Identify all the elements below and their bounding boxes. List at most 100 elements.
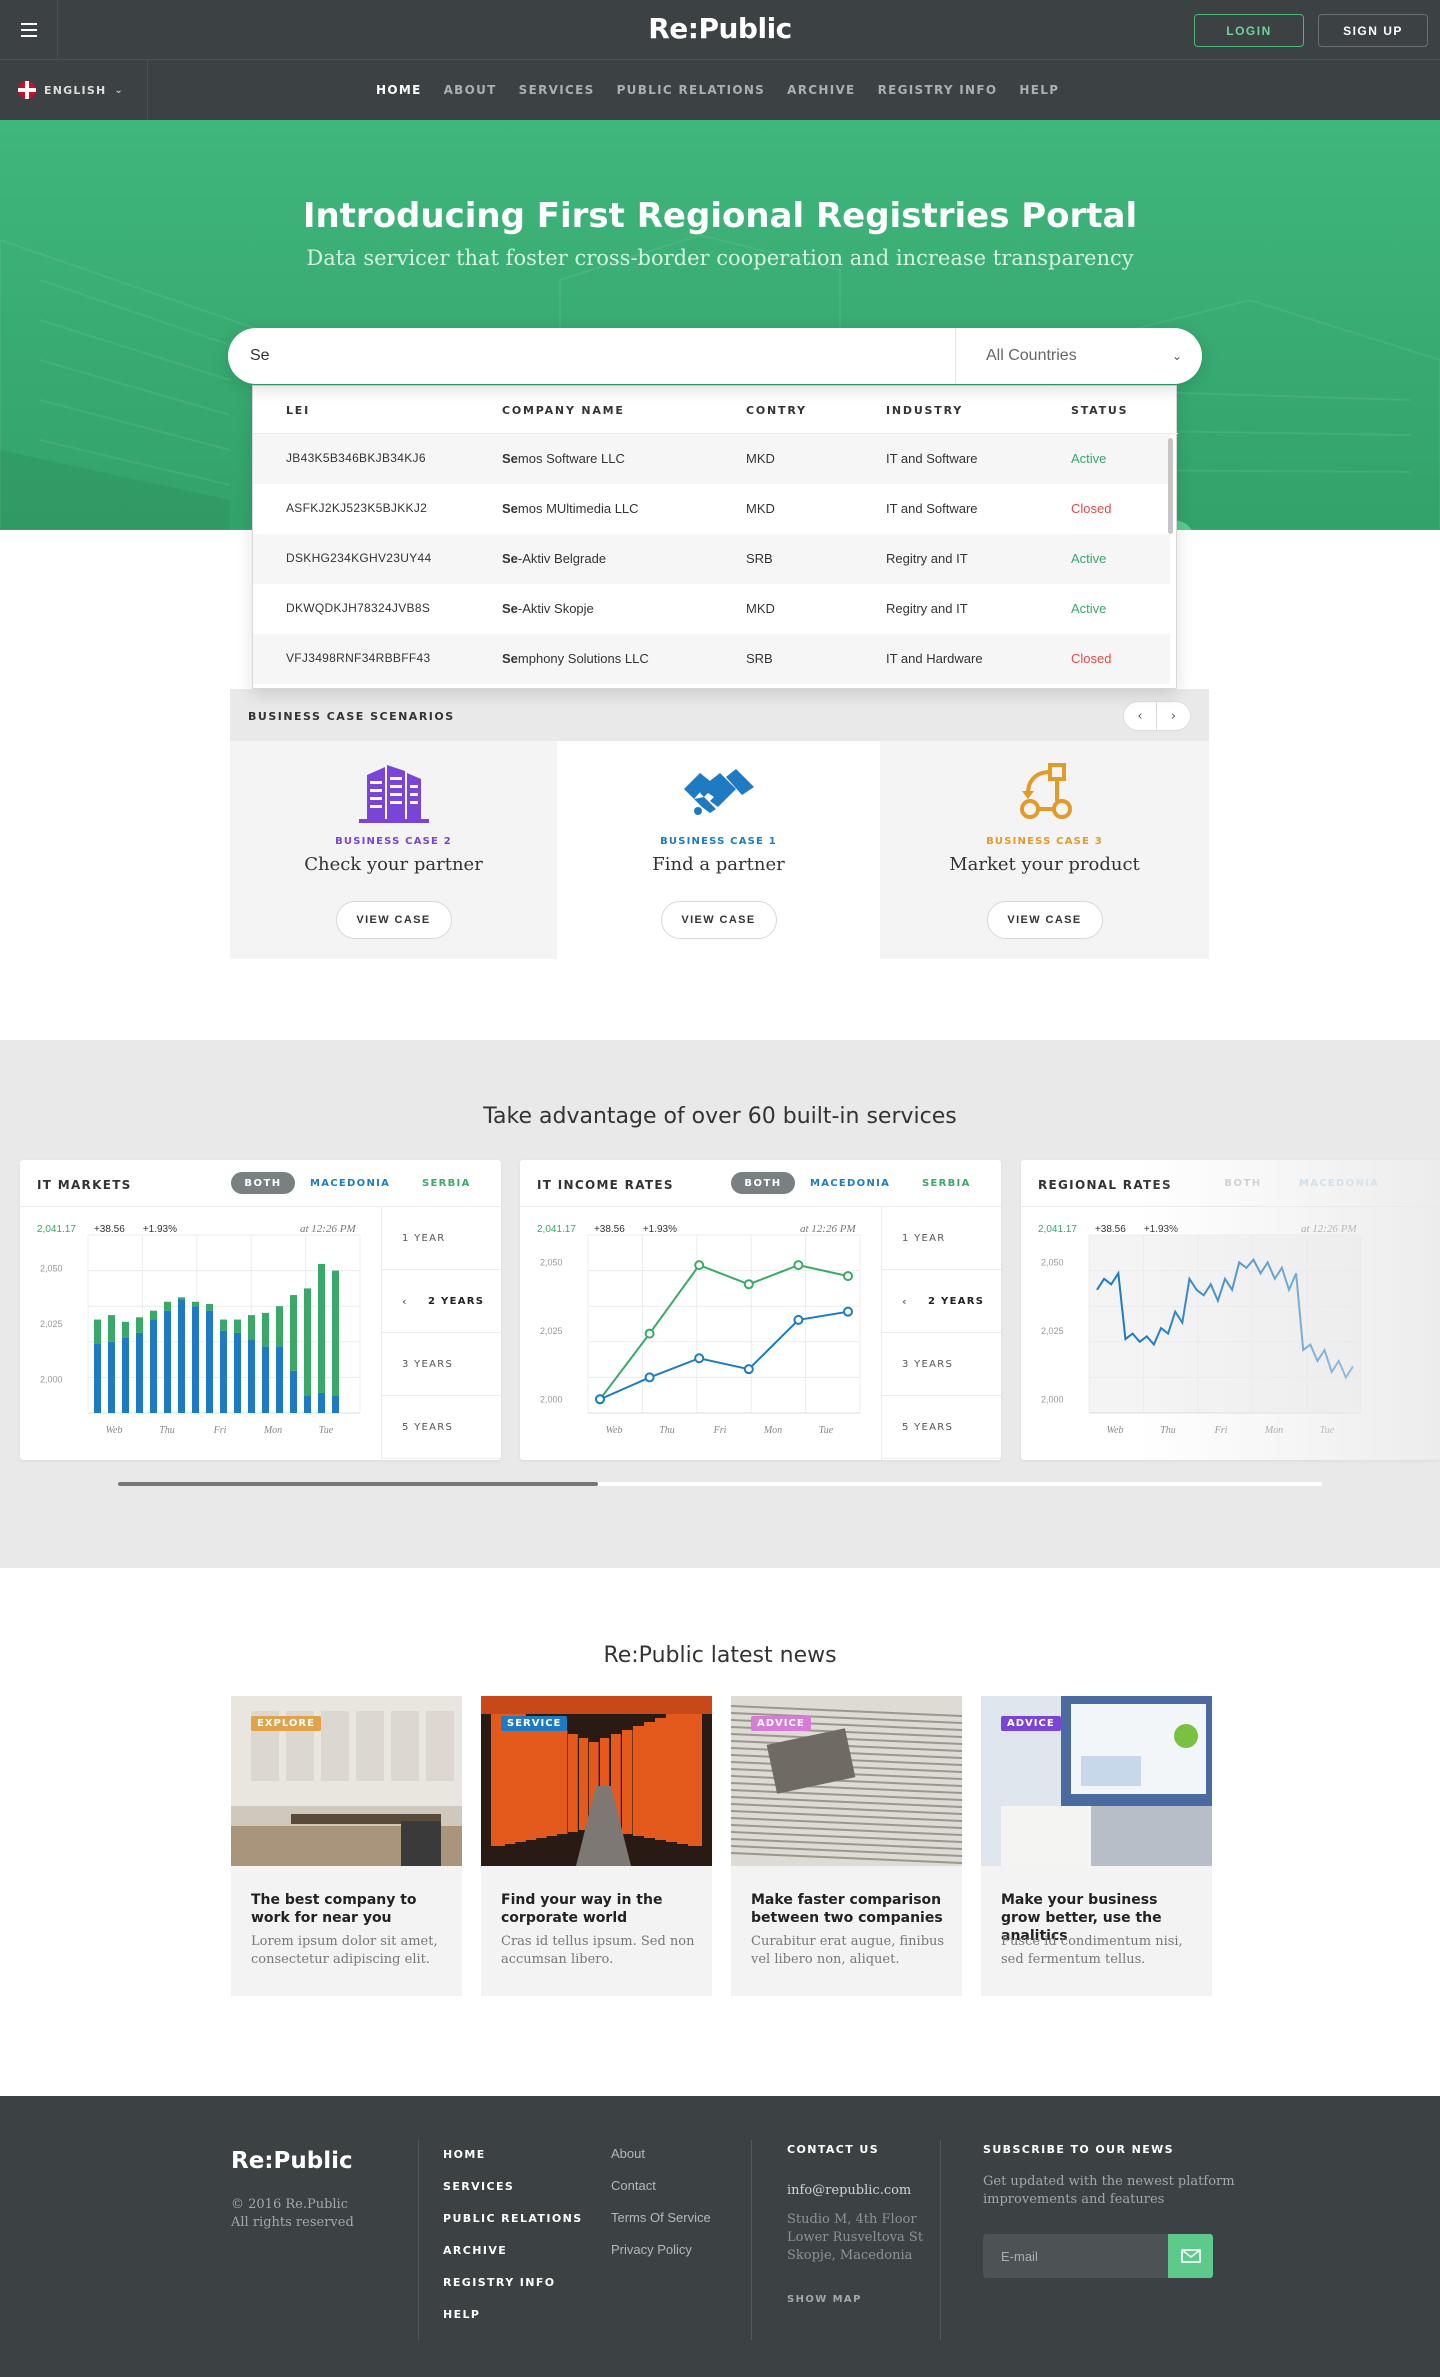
search-input[interactable] [250, 328, 950, 384]
period-option[interactable]: 1 YEAR [882, 1207, 1001, 1270]
footer-link-help[interactable]: HELP [443, 2308, 583, 2340]
login-button[interactable]: LOGIN [1194, 14, 1304, 47]
filter-serbia[interactable]: SERBIA [422, 1178, 471, 1189]
nav-item-registry-info[interactable]: REGISTRY INFO [878, 83, 998, 97]
news-card[interactable]: EXPLORE The best company to work for near… [231, 1696, 462, 1996]
bar-serbia [178, 1297, 185, 1300]
news-title[interactable]: Make faster comparison between two compa… [751, 1891, 946, 1927]
results-header: LEI COMPANY NAME CONTRY INDUSTRY STATUS [253, 386, 1178, 434]
bar-serbia [94, 1319, 101, 1345]
filter-macedonia[interactable]: MACEDONIA [1299, 1178, 1379, 1189]
filter-serbia[interactable]: SERBIA [922, 1178, 971, 1189]
footer-link-contact[interactable]: Contact [611, 2178, 711, 2210]
menu-icon[interactable] [0, 0, 58, 60]
line-series-serbia [599, 1263, 849, 1400]
scrollbar-thumb[interactable] [118, 1482, 598, 1486]
address-line: Lower Rusveltova St [787, 2230, 924, 2245]
bar-macedonia [94, 1344, 101, 1413]
period-option[interactable]: 5 YEARS [382, 1396, 501, 1459]
nav-links: HOME ABOUT SERVICES PUBLIC RELATIONS ARCHIVE… [376, 60, 1059, 120]
contact-email[interactable]: info@republic.com [787, 2183, 911, 2198]
business-case-card[interactable]: BUSINESS CASE 1 Find a partner VIEW CASE [557, 741, 880, 959]
nav-item-services[interactable]: SERVICES [519, 83, 595, 97]
footer-logo[interactable]: Re:Public [231, 2148, 353, 2174]
x-tick-label: Fri [713, 1425, 727, 1436]
subscribe-text: Get updated with the newest platform imp… [983, 2174, 1235, 2207]
period-label: 5 YEARS [902, 1421, 954, 1433]
footer-link-registry-info[interactable]: REGISTRY INFO [443, 2276, 583, 2308]
news-title[interactable]: Find your way in the corporate world [501, 1891, 696, 1927]
period-option[interactable]: 1 YEAR [382, 1207, 501, 1270]
result-row[interactable]: DSKHG234KGHV23UY44 Se-Aktiv Belgrade SRB Re… [253, 534, 1170, 584]
filter-macedonia[interactable]: MACEDONIA [810, 1178, 890, 1189]
newsletter-email-input[interactable] [983, 2234, 1168, 2278]
business-case-card[interactable]: BUSINESS CASE 2 Check your partner VIEW … [230, 741, 557, 959]
period-selector: 1 YEAR ‹ 2 YEARS 3 YEARS 5 YEARS [381, 1207, 501, 1460]
chart-1: 2,000 2,025 2,050 Web Thu Fri Mon Tue [540, 1234, 861, 1436]
footer-link-terms-of-service[interactable]: Terms Of Service [611, 2210, 711, 2242]
chevron-left-icon[interactable]: ‹ [1123, 701, 1157, 731]
footer-link-home[interactable]: HOME [443, 2148, 583, 2180]
nav-item-archive[interactable]: ARCHIVE [787, 83, 855, 97]
show-map-link[interactable]: SHOW MAP [787, 2294, 862, 2305]
news-card[interactable]: ADVICE Make faster comparison between two… [731, 1696, 962, 1996]
news-card[interactable]: ADVICE Make your business grow better, us… [981, 1696, 1212, 1996]
bar-macedonia [108, 1341, 115, 1413]
result-country: MKD [746, 501, 775, 516]
news-title[interactable]: The best company to work for near you [251, 1891, 446, 1927]
bar-macedonia [290, 1370, 297, 1413]
col-country: CONTRY [746, 404, 807, 417]
result-row[interactable]: DKWQDKJH78324JVB8S Se-Aktiv Skopje MKD Regi… [253, 584, 1170, 634]
result-country: MKD [746, 601, 775, 616]
line-point [843, 1306, 853, 1317]
copyright: © 2016 Re.Public All rights reserved [231, 2196, 354, 2232]
filter-both[interactable]: BOTH [231, 1172, 295, 1194]
period-option[interactable]: 3 YEARS [382, 1333, 501, 1396]
view-case-button[interactable]: VIEW CASE [660, 901, 777, 939]
chart-2: 2,000 2,025 2,050 Web Thu Fri Mon Tue [1041, 1234, 1362, 1436]
result-row[interactable]: VFJ3498RNF34RBBFF43 Semphony Solutions LL… [253, 634, 1170, 684]
language-selector[interactable]: ENGLISH ⌄ [0, 60, 148, 120]
business-case-card[interactable]: BUSINESS CASE 3 Market your product VIEW… [880, 741, 1209, 959]
news-card[interactable]: SERVICE Find your way in the corporate wo… [481, 1696, 712, 1996]
company-name-rest: mphony Solutions LLC [517, 651, 649, 666]
bar-serbia [136, 1317, 143, 1333]
news-heading: Re:Public latest news [603, 1643, 837, 1668]
x-tick-label: Tue [1320, 1425, 1335, 1436]
period-option[interactable]: 5 YEARS [882, 1396, 1001, 1459]
network-flow-icon [1019, 763, 1072, 819]
footer-link-public-relations[interactable]: PUBLIC RELATIONS [443, 2212, 583, 2244]
footer-link-archive[interactable]: ARCHIVE [443, 2244, 583, 2276]
nav-item-public-relations[interactable]: PUBLIC RELATIONS [617, 83, 766, 97]
period-option[interactable]: 3 YEARS [882, 1333, 1001, 1396]
services-scrollbar[interactable] [118, 1482, 1322, 1486]
x-tick-label: Tue [819, 1425, 834, 1436]
country-select[interactable]: All Countries ⌄ [955, 328, 1202, 384]
footer-link-services[interactable]: SERVICES [443, 2180, 583, 2212]
bar-macedonia [318, 1392, 325, 1413]
result-lei: DSKHG234KGHV23UY44 [286, 551, 432, 565]
period-option[interactable]: ‹ 2 YEARS [382, 1270, 501, 1333]
view-case-button[interactable]: VIEW CASE [335, 901, 452, 939]
filter-both[interactable]: BOTH [1211, 1172, 1275, 1194]
nav-item-help[interactable]: HELP [1019, 83, 1059, 97]
period-option[interactable]: ‹ 2 YEARS [882, 1270, 1001, 1333]
y-tick-label: 2,025 [540, 1326, 563, 1336]
result-lei: JB43K5B346BKJB34KJ6 [286, 451, 426, 465]
nav-item-home[interactable]: HOME [376, 83, 422, 97]
view-case-button[interactable]: VIEW CASE [986, 901, 1103, 939]
result-country: SRB [746, 551, 773, 566]
subscribe-button[interactable] [1168, 2234, 1213, 2278]
address-line: Skopje, Macedonia [787, 2248, 913, 2263]
signup-button[interactable]: SIGN UP [1318, 14, 1428, 47]
chevron-right-icon[interactable]: › [1157, 701, 1191, 731]
nav-item-about[interactable]: ABOUT [444, 83, 497, 97]
result-row[interactable]: JB43K5B346BKJB34KJ6 Semos Software LLC MKD… [253, 434, 1170, 484]
filter-macedonia[interactable]: MACEDONIA [310, 1178, 390, 1189]
business-cases-title: BUSINESS CASE SCENARIOS [248, 710, 455, 723]
result-row[interactable]: ASFKJ2KJ523K5BJKKJ2 Semos MUltimedia LLC M… [253, 484, 1170, 534]
footer-link-about[interactable]: About [611, 2146, 711, 2178]
footer-link-privacy-policy[interactable]: Privacy Policy [611, 2242, 711, 2274]
filter-both[interactable]: BOTH [731, 1172, 795, 1194]
results-scrollbar[interactable] [1168, 438, 1173, 534]
